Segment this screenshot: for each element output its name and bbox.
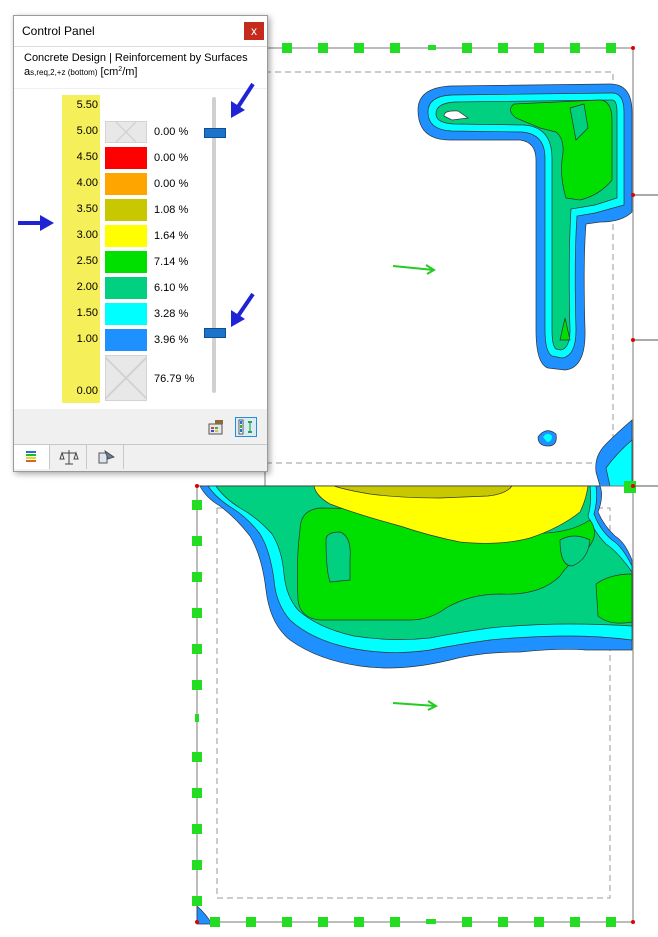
pointer-at-scale-icon xyxy=(18,215,54,231)
annotation-arrows xyxy=(18,82,255,327)
pointer-at-lower-slider-icon xyxy=(231,292,255,327)
pointer-at-upper-slider-icon xyxy=(231,82,255,118)
